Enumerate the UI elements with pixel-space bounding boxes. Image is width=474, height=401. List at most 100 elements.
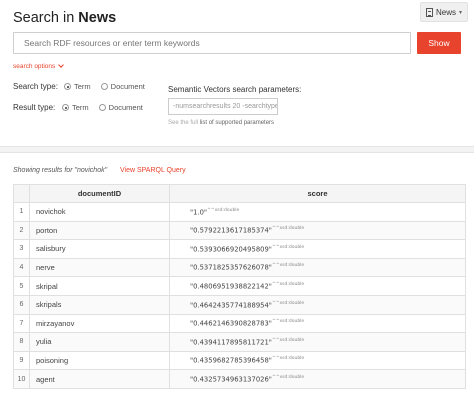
radio-unselected[interactable] [100,83,108,90]
table-row: 10 agent "0.4325734963137026"^^xsd:double [13,369,466,389]
score-value: "0.4325734963137026" [190,375,272,384]
datatype-label: ^^xsd:double [271,356,305,362]
row-index: 2 [13,220,30,241]
table-row: 6 skripals "0.4642435774188954"^^xsd:doubl… [13,294,466,315]
datatype-label: ^^xsd:double [271,375,305,380]
page-title: Search in News [13,10,116,26]
table-row: 5 skripal "0.4806951938822142"^^xsd:double [13,276,466,296]
score-cell: "0.4806951938822142"^^xsd:double [169,276,466,296]
document-id-cell[interactable]: skripal [29,276,170,296]
table-row: 9 poisoning "0.4359682785396458"^^xsd:doub… [13,350,466,371]
documentid-column-header[interactable]: documentID [29,184,170,203]
search-type-radio-group: Term Document [64,82,155,91]
table-row: 7 mirzayanov "0.4462146390828783"^^xsd:dou… [13,313,466,334]
score-value: "0.4642435774188954" [190,300,272,309]
result-type-term-option[interactable]: Term [62,103,89,112]
page-title-repository: News [78,10,117,26]
score-value: "0.4462146390828783" [190,319,272,328]
radio-selected[interactable] [64,83,71,90]
help-prefix-text: See the full [168,120,200,126]
table-row: 1 novichok "1.0"^^xsd:double [13,202,466,222]
row-index: 10 [13,369,30,389]
row-index: 4 [13,257,30,278]
table-row: 3 salisbury "0.5393066920495809"^^xsd:doub… [13,239,466,259]
result-type-document-label: Document [108,103,143,112]
datatype-label: ^^xsd:double [271,282,305,288]
results-header-row: documentID score [13,184,466,203]
search-type-document-label: Document [110,82,145,91]
row-index: 7 [13,313,30,334]
table-row: 4 nerve "0.5371825357626078"^^xsd:double [13,257,466,278]
datatype-label: ^^xsd:double [271,244,305,250]
page-title-prefix: Search in [13,10,79,26]
datatype-label: ^^xsd:double [271,300,305,306]
document-icon [425,7,433,17]
search-options-label: search options [13,63,56,70]
search-options-toggle[interactable]: search options [13,62,65,70]
score-cell: "0.4325734963137026"^^xsd:double [169,369,466,389]
row-index: 1 [13,202,30,222]
search-type-term-option[interactable]: Term [64,82,91,91]
supported-parameters-link[interactable]: list of supported parameters [200,120,274,126]
semantic-vectors-params-input[interactable]: -numsearchresults 20 -searchtype min [168,98,278,115]
datatype-label: ^^xsd:double [207,207,240,213]
search-type-term-label: Term [74,82,91,91]
result-type-term-label: Term [72,103,89,112]
document-id-cell[interactable]: nerve [29,257,170,278]
search-type-label: Search type: [13,82,58,91]
score-value: "0.5792213617185374" [190,226,272,235]
score-cell: "0.4394117895811721"^^xsd:double [169,332,466,352]
document-id-cell[interactable]: novichok [29,202,170,222]
document-id-cell[interactable]: yulia [29,332,170,352]
table-row: 2 porton "0.5792213617185374"^^xsd:double [13,220,466,241]
results-table: documentID score 1 novichok "1.0"^^xsd:dou… [13,184,466,389]
chevron-down-icon [58,62,65,68]
datatype-label: ^^xsd:double [271,319,305,325]
document-id-cell[interactable]: mirzayanov [29,313,170,334]
table-row: 8 yulia "0.4394117895811721"^^xsd:double [13,332,466,352]
score-value: "0.4394117895811721" [190,338,272,347]
semantic-vectors-label: Semantic Vectors search parameters: [168,85,302,94]
score-value: "0.5371825357626078" [190,263,272,272]
row-index: 3 [13,239,30,259]
score-value: "1.0" [190,207,208,216]
score-cell: "0.5371825357626078"^^xsd:double [169,257,466,278]
semantic-vectors-help: See the full list of supported parameter… [168,120,274,126]
chevron-down-icon: ▾ [459,9,463,16]
score-value: "0.4806951938822142" [190,282,272,291]
radio-selected[interactable] [62,104,69,111]
row-index: 5 [13,276,30,296]
repository-selector-label: News [435,7,456,17]
result-type-document-option[interactable]: Document [98,103,143,112]
radio-unselected[interactable] [98,104,106,111]
score-cell: "0.4462146390828783"^^xsd:double [169,313,466,334]
score-column-header[interactable]: score [169,184,466,203]
datatype-label: ^^xsd:double [271,337,305,343]
repository-selector-button[interactable]: News ▾ [420,2,468,22]
view-sparql-query-link[interactable]: View SPARQL Query [120,167,186,174]
results-summary: Showing results for "novichok" [13,167,108,174]
score-value: "0.4359682785396458" [190,356,272,365]
document-id-cell[interactable]: skripals [29,294,170,315]
section-divider [0,146,474,153]
score-value: "0.5393066920495809" [190,245,272,254]
show-button[interactable]: Show [417,32,461,54]
score-cell: "0.5393066920495809"^^xsd:double [169,239,466,259]
score-cell: "0.4642435774188954"^^xsd:double [169,294,466,315]
result-type-radio-group: Term Document [62,103,153,112]
document-id-cell[interactable]: porton [29,220,170,241]
datatype-label: ^^xsd:double [271,263,305,269]
document-id-cell[interactable]: poisoning [29,350,170,371]
result-type-label: Result type: [13,103,56,112]
row-index: 9 [13,350,30,371]
row-index: 6 [13,294,30,315]
score-cell: "1.0"^^xsd:double [169,202,466,222]
search-type-document-option[interactable]: Document [100,82,145,91]
document-id-cell[interactable]: salisbury [29,239,170,259]
index-column-header [13,184,30,203]
row-index: 8 [13,332,30,352]
document-id-cell[interactable]: agent [29,369,170,389]
score-cell: "0.5792213617185374"^^xsd:double [169,220,466,241]
search-input[interactable] [13,32,411,54]
datatype-label: ^^xsd:double [271,226,305,232]
